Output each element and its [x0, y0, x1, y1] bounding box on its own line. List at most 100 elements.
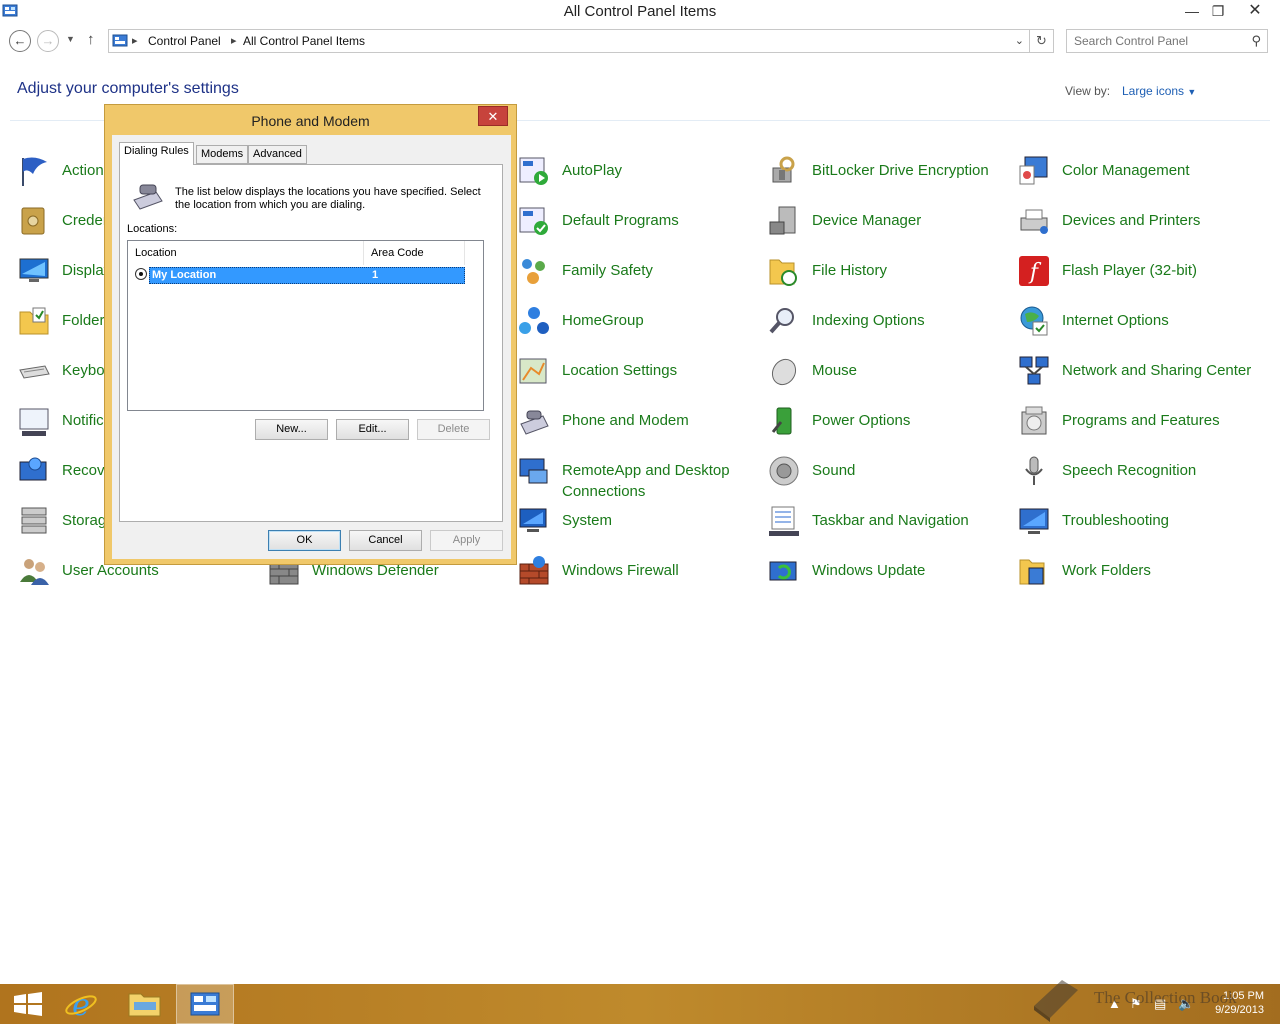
back-button[interactable]: ←: [9, 30, 31, 52]
search-box[interactable]: ⚲: [1066, 29, 1268, 53]
cp-item-file-history[interactable]: File History: [767, 254, 1007, 298]
cp-item-mouse[interactable]: Mouse: [767, 354, 1007, 398]
dialing-rules-panel: The list below displays the locations yo…: [119, 164, 503, 522]
breadcrumb-separator-icon[interactable]: ▸: [132, 34, 138, 47]
column-header-area-code[interactable]: Area Code: [364, 241, 465, 265]
tab-modems[interactable]: Modems: [196, 145, 249, 164]
delete-button[interactable]: Delete: [417, 419, 490, 440]
start-button[interactable]: [0, 984, 58, 1024]
flash-player-icon: f: [1019, 256, 1049, 286]
cp-item-flash-player[interactable]: f Flash Player (32-bit): [1017, 254, 1257, 298]
list-item[interactable]: My Location 1: [149, 267, 465, 284]
cp-item-bitlocker[interactable]: BitLocker Drive Encryption: [767, 154, 1007, 198]
programs-icon: [1021, 406, 1047, 435]
breadcrumb-separator-icon[interactable]: ▸: [231, 34, 237, 47]
cp-item-label: Family Safety: [562, 262, 653, 279]
search-input[interactable]: [1067, 30, 1237, 52]
cp-item-phone-and-modem[interactable]: Phone and Modem: [517, 404, 757, 448]
cp-item-default-programs[interactable]: Default Programs: [517, 204, 757, 248]
locations-list[interactable]: Location Area Code My Location 1: [127, 240, 484, 411]
cp-item-system[interactable]: System: [517, 504, 757, 548]
cp-item-label: Default Programs: [562, 212, 679, 229]
tab-dialing-rules[interactable]: Dialing Rules: [119, 142, 194, 165]
cp-item-label: File History: [812, 262, 888, 279]
cp-item-label: Color Management: [1062, 162, 1190, 179]
recent-locations-chevron-icon[interactable]: ▼: [66, 34, 75, 44]
cp-item-device-manager[interactable]: Device Manager: [767, 204, 1007, 248]
taskbar-control-panel[interactable]: [176, 984, 234, 1024]
address-bar[interactable]: ▸ Control Panel ▸ All Control Panel Item…: [108, 29, 1030, 53]
dialog-close-button[interactable]: ✕: [478, 106, 508, 126]
cp-item-location-settings[interactable]: Location Settings: [517, 354, 757, 398]
cp-item-programs-and-features[interactable]: Programs and Features: [1017, 404, 1257, 448]
location-radio[interactable]: [135, 268, 147, 280]
cp-item-speech-recognition[interactable]: Speech Recognition: [1017, 454, 1257, 498]
new-button[interactable]: New...: [255, 419, 328, 440]
cp-item-sound[interactable]: Sound: [767, 454, 1007, 498]
window-title: All Control Panel Items: [563, 3, 717, 20]
cp-item-devices-and-printers[interactable]: Devices and Printers: [1017, 204, 1257, 248]
vault-icon: [21, 207, 45, 235]
cancel-button[interactable]: Cancel: [349, 530, 422, 551]
tab-advanced[interactable]: Advanced: [248, 145, 307, 164]
taskbar-file-explorer[interactable]: [116, 984, 174, 1024]
view-by-label: View by:: [1065, 84, 1111, 98]
edit-button[interactable]: Edit...: [336, 419, 409, 440]
cp-item-label: Troubleshooting: [1062, 512, 1170, 529]
cp-item-indexing-options[interactable]: Indexing Options: [767, 304, 1007, 348]
recovery-icon: [19, 457, 47, 481]
printer-icon: [1020, 209, 1048, 234]
cp-item-family-safety[interactable]: Family Safety: [517, 254, 757, 298]
cp-item-internet-options[interactable]: Internet Options: [1017, 304, 1257, 348]
cp-item-work-folders[interactable]: Work Folders: [1017, 554, 1257, 598]
control-panel-icon: [112, 34, 128, 47]
cp-item-label: Windows Update: [812, 562, 926, 579]
device-manager-icon: [769, 206, 796, 235]
firewall-icon: [519, 556, 549, 585]
cp-item-label: AutoPlay: [562, 162, 623, 179]
book-watermark-icon: [1034, 980, 1078, 1022]
close-window-button[interactable]: ✕: [1242, 0, 1268, 22]
taskbar-internet-explorer[interactable]: e: [54, 984, 112, 1024]
location-name: My Location: [152, 269, 217, 281]
page-heading: Adjust your computer's settings: [17, 80, 239, 97]
internet-explorer-icon: e: [65, 988, 97, 1023]
breadcrumb-control-panel[interactable]: Control Panel: [148, 34, 221, 48]
cp-item-autoplay[interactable]: AutoPlay: [517, 154, 757, 198]
forward-button[interactable]: →: [37, 30, 59, 52]
cp-item-network-and-sharing[interactable]: Network and Sharing Center: [1017, 354, 1257, 398]
up-button[interactable]: ↑: [87, 31, 95, 48]
cp-item-windows-update[interactable]: Windows Update: [767, 554, 1007, 598]
address-dropdown-chevron-icon[interactable]: ⌄: [1015, 34, 1024, 47]
default-programs-icon: [519, 207, 548, 235]
cp-item-homegroup[interactable]: HomeGroup: [517, 304, 757, 348]
restore-button[interactable]: ❐: [1205, 0, 1231, 22]
location-icon: [519, 358, 547, 384]
magnifier-icon: [769, 308, 794, 334]
homegroup-icon: [519, 307, 549, 334]
breadcrumb-all-items[interactable]: All Control Panel Items: [243, 34, 365, 48]
cp-item-windows-firewall[interactable]: Windows Firewall: [517, 554, 757, 598]
title-bar: All Control Panel Items — ❐ ✕: [0, 0, 1280, 24]
cp-item-label: Devices and Printers: [1062, 212, 1201, 229]
file-history-icon: [769, 259, 797, 286]
cp-item-label: Programs and Features: [1062, 412, 1220, 429]
cp-item-remoteapp[interactable]: RemoteApp and Desktop Connections: [517, 454, 757, 500]
ok-button[interactable]: OK: [268, 530, 341, 551]
cp-item-power-options[interactable]: Power Options: [767, 404, 1007, 448]
cp-item-taskbar-and-navigation[interactable]: Taskbar and Navigation: [767, 504, 1007, 548]
watermark-text: The Collection Book: [1094, 988, 1237, 1007]
speaker-icon: [769, 456, 799, 486]
column-header-location[interactable]: Location: [128, 241, 364, 265]
search-icon[interactable]: ⚲: [1251, 33, 1261, 49]
cp-item-color-management[interactable]: Color Management: [1017, 154, 1257, 198]
apply-button[interactable]: Apply: [430, 530, 503, 551]
storage-icon: [21, 507, 47, 534]
cp-item-troubleshooting[interactable]: Troubleshooting: [1017, 504, 1257, 548]
minimize-button[interactable]: —: [1179, 0, 1205, 22]
refresh-button[interactable]: ↻: [1030, 29, 1054, 53]
cp-item-label: Windows Firewall: [562, 562, 679, 579]
cp-item-label: System: [562, 512, 613, 529]
view-by-dropdown[interactable]: Large icons ▼: [1122, 84, 1196, 98]
cp-item-label: Mouse: [812, 362, 858, 379]
